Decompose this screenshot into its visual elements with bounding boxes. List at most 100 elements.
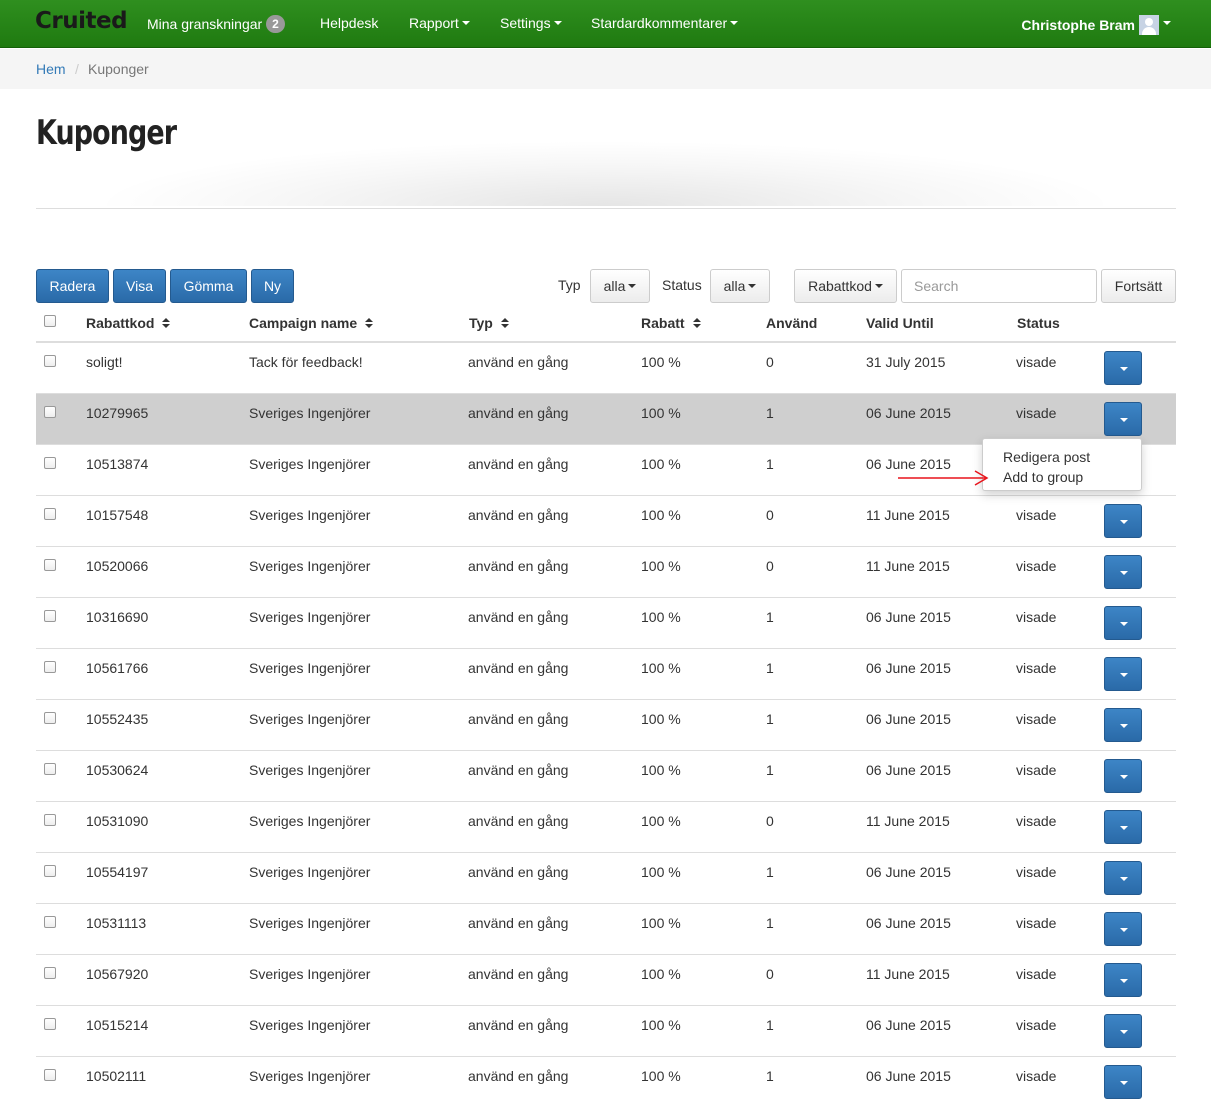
cell-used: 0 [766,813,774,829]
nav-helpdesk[interactable]: Helpdesk [320,15,378,31]
row-checkbox[interactable] [44,559,56,571]
row-actions-button[interactable] [1104,657,1142,691]
row-checkbox[interactable] [44,610,56,622]
row-checkbox[interactable] [44,508,56,520]
caret-down-icon [553,21,562,25]
cell-status: visade [1016,1017,1057,1033]
row-actions-button[interactable] [1104,402,1142,436]
brand-logo[interactable]: Cruited [35,8,128,34]
row-checkbox[interactable] [44,712,56,724]
row-actions-button[interactable] [1104,555,1142,589]
cell-used: 1 [766,609,774,625]
table-row: 10552435 Sveriges Ingenjörer använd en gån… [36,700,1176,751]
cell-campaign: Sveriges Ingenjörer [249,711,371,727]
red-arrow-icon [898,470,989,486]
cell-type: använd en gång [468,1068,569,1084]
search-field-dropdown[interactable]: Rabattkod [794,269,897,303]
sort-icon [500,317,509,329]
row-actions-button[interactable] [1104,759,1142,793]
search-submit-button[interactable]: Fortsätt [1101,269,1176,303]
cell-campaign: Tack för feedback! [249,354,363,370]
cell-type: använd en gång [468,609,569,625]
delete-button[interactable]: Radera [36,269,109,303]
nav-settings-label: Settings [500,15,551,31]
cell-valid-until: 11 June 2015 [866,558,950,574]
type-filter-value: alla [603,278,626,294]
row-actions-button[interactable] [1104,606,1142,640]
select-all-checkbox[interactable] [44,315,56,327]
new-button[interactable]: Ny [251,269,294,303]
cell-type: använd en gång [468,711,569,727]
row-actions-button[interactable] [1104,1065,1142,1099]
edit-post-menu-item[interactable]: Redigera post [1003,449,1090,465]
row-actions-button[interactable] [1104,351,1142,385]
header-anvand-label: Använd [766,315,818,331]
cell-code: 10515214 [86,1017,149,1033]
row-actions-button[interactable] [1104,810,1142,844]
cell-used: 1 [766,864,774,880]
cell-status: visade [1016,1068,1057,1084]
cell-valid-until: 11 June 2015 [866,507,950,523]
hide-button[interactable]: Gömma [170,269,247,303]
row-checkbox[interactable] [44,406,56,418]
header-rabatt[interactable]: Rabatt [641,315,701,331]
cell-campaign: Sveriges Ingenjörer [249,864,371,880]
cell-campaign: Sveriges Ingenjörer [249,1068,371,1084]
type-filter-label: Typ [558,277,581,293]
cell-valid-until: 06 June 2015 [866,1068,951,1084]
row-checkbox[interactable] [44,916,56,928]
cell-status: visade [1016,762,1057,778]
row-checkbox[interactable] [44,1069,56,1081]
row-actions-button[interactable] [1104,1014,1142,1048]
cell-type: använd en gång [468,864,569,880]
status-filter-dropdown[interactable]: alla [710,269,770,303]
row-actions-button[interactable] [1104,708,1142,742]
breadcrumb-home-link[interactable]: Hem [36,61,66,77]
row-checkbox[interactable] [44,355,56,367]
nav-standardkommentarer-dropdown[interactable]: Stardardkommentarer [591,15,739,31]
caret-down-icon [748,284,757,288]
row-checkbox[interactable] [44,763,56,775]
row-checkbox[interactable] [44,865,56,877]
cell-code: 10531113 [86,915,147,931]
cell-code: 10561766 [86,660,149,676]
header-status-label: Status [1017,315,1060,331]
row-actions-button[interactable] [1104,963,1142,997]
user-menu[interactable]: Christophe Bram [1021,15,1159,35]
cell-code: 10567920 [86,966,149,982]
show-button[interactable]: Visa [113,269,166,303]
type-filter-dropdown[interactable]: alla [590,269,650,303]
row-actions-button[interactable] [1104,912,1142,946]
header-typ[interactable]: Typ [469,315,509,331]
cell-valid-until: 06 June 2015 [866,915,951,931]
cell-status: visade [1016,660,1057,676]
row-checkbox[interactable] [44,967,56,979]
header-rabattkod[interactable]: Rabattkod [86,315,171,331]
row-checkbox[interactable] [44,814,56,826]
cell-type: använd en gång [468,456,569,472]
nav-rapport-dropdown[interactable]: Rapport [409,15,470,31]
cell-used: 0 [766,354,774,370]
cell-code: 10531090 [86,813,149,829]
cell-type: använd en gång [468,966,569,982]
user-menu-caret-icon[interactable] [1163,21,1171,25]
row-actions-button[interactable] [1104,504,1142,538]
nav-mina-granskningar[interactable]: Mina granskningar 2 [147,15,285,33]
cell-rabatt: 100 % [641,711,681,727]
row-checkbox[interactable] [44,1018,56,1030]
caret-down-icon [628,284,637,288]
row-checkbox[interactable] [44,457,56,469]
row-actions-button[interactable] [1104,861,1142,895]
header-campaign-name[interactable]: Campaign name [249,315,374,331]
title-divider [36,208,1176,209]
cell-type: använd en gång [468,813,569,829]
add-to-group-menu-item[interactable]: Add to group [1003,469,1083,485]
nav-settings-dropdown[interactable]: Settings [500,15,562,31]
cell-rabatt: 100 % [641,762,681,778]
caret-down-icon [730,21,739,25]
row-checkbox[interactable] [44,661,56,673]
cell-valid-until: 31 July 2015 [866,354,946,370]
header-campaign-name-label: Campaign name [249,315,358,331]
search-input[interactable] [901,269,1097,303]
cell-valid-until: 06 June 2015 [866,609,951,625]
